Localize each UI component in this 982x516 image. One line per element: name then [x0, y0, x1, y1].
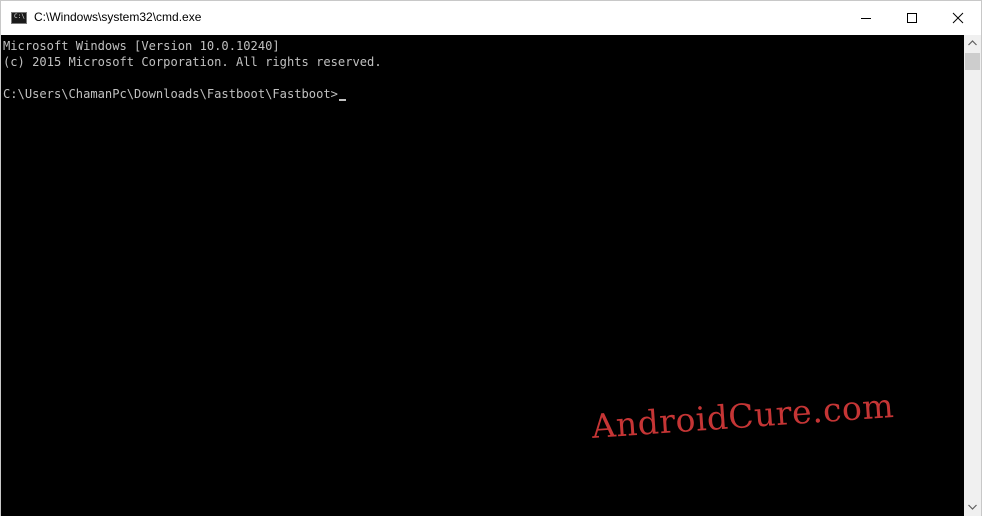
- close-icon: [952, 12, 964, 24]
- text-cursor: [338, 99, 346, 101]
- cmd-app-icon-label: C:\: [14, 13, 25, 20]
- vertical-scrollbar[interactable]: [964, 35, 981, 516]
- close-button[interactable]: [935, 1, 981, 35]
- scroll-thumb[interactable]: [965, 53, 980, 70]
- chevron-up-icon: [968, 40, 977, 46]
- scroll-down-button[interactable]: [964, 499, 981, 516]
- window-title: C:\Windows\system32\cmd.exe: [34, 10, 202, 24]
- minimize-icon: [861, 18, 871, 19]
- prompt-text: C:\Users\ChamanPc\Downloads\Fastboot\Fas…: [3, 87, 338, 101]
- title-bar[interactable]: C:\ C:\Windows\system32\cmd.exe: [1, 1, 981, 35]
- maximize-icon: [907, 13, 917, 23]
- console-line-version: Microsoft Windows [Version 10.0.10240]: [3, 39, 280, 53]
- console-area[interactable]: Microsoft Windows [Version 10.0.10240] (…: [1, 35, 964, 516]
- maximize-button[interactable]: [889, 1, 935, 35]
- minimize-button[interactable]: [843, 1, 889, 35]
- scroll-up-button[interactable]: [964, 35, 981, 52]
- cmd-window: C:\ C:\Windows\system32\cmd.exe Microsof…: [0, 0, 982, 516]
- chevron-down-icon: [968, 504, 977, 510]
- watermark: AndroidCure.com: [590, 385, 896, 446]
- console-line-copyright: (c) 2015 Microsoft Corporation. All righ…: [3, 55, 382, 69]
- cmd-app-icon[interactable]: C:\: [11, 12, 27, 24]
- console-prompt[interactable]: C:\Users\ChamanPc\Downloads\Fastboot\Fas…: [3, 86, 346, 102]
